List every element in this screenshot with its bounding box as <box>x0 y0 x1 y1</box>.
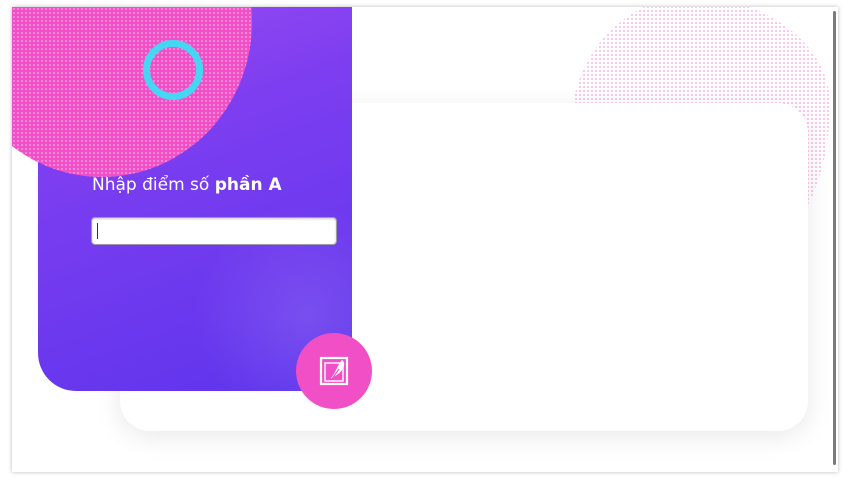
decorative-pink-blob-inner <box>38 7 252 177</box>
score-input[interactable] <box>91 217 337 245</box>
edit-note-icon <box>319 356 349 386</box>
app-window: Nhập điểm số phần A <box>12 7 838 472</box>
score-label-emphasis: phần A <box>214 175 282 195</box>
score-label: Nhập điểm số phần A <box>92 175 282 195</box>
decorative-ring-icon <box>143 40 203 100</box>
score-label-prefix: Nhập điểm số <box>92 175 215 195</box>
score-entry-panel: Nhập điểm số phần A <box>38 7 352 391</box>
submit-button[interactable] <box>296 333 372 409</box>
vertical-scrollbar[interactable] <box>833 11 836 465</box>
